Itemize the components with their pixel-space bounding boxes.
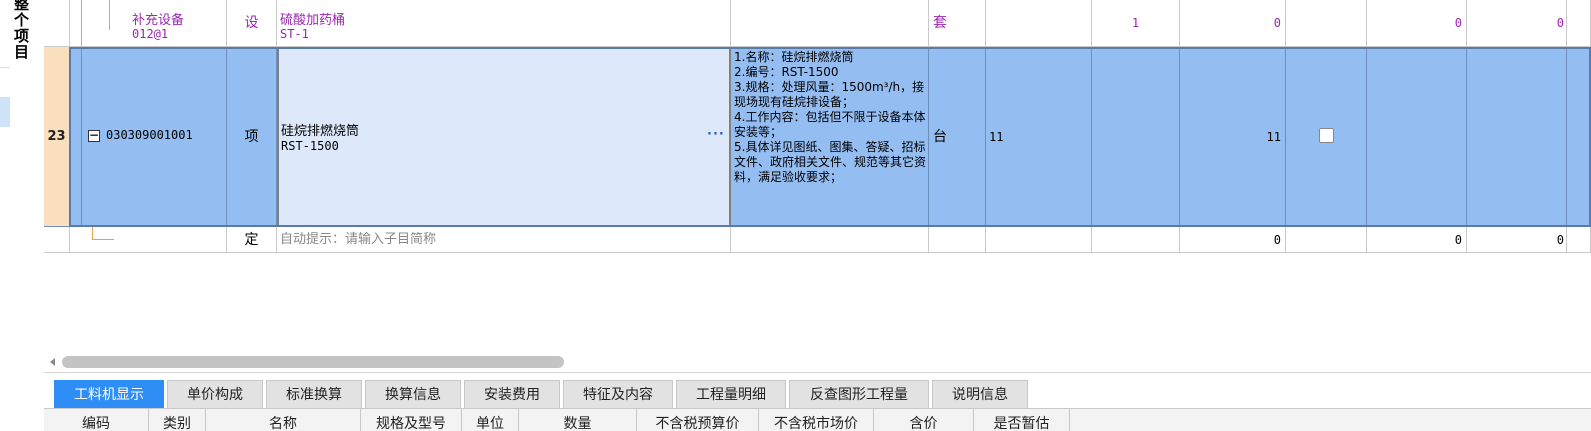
column-header[interactable]: 规格及型号 xyxy=(361,409,462,431)
equipment-name: 补充设备 xyxy=(132,13,185,28)
row-number-cell xyxy=(44,0,70,47)
extra-cell xyxy=(1567,47,1591,227)
more-options-button[interactable]: ··· xyxy=(707,127,725,142)
name-input[interactable]: 自动提示：请输入子目简称 xyxy=(277,227,731,253)
equipment-desc-name: 硫酸加药桶 xyxy=(280,13,346,28)
value-cell[interactable] xyxy=(1367,47,1467,227)
value-cell[interactable] xyxy=(1467,47,1567,227)
value-cell[interactable]: 0 xyxy=(1180,0,1286,47)
tab-conversion-info[interactable]: 换算信息 xyxy=(365,380,461,409)
unit-cell[interactable] xyxy=(929,227,986,253)
code-cell[interactable]: 补充设备 012@1 xyxy=(70,0,227,47)
provisional-checkbox[interactable] xyxy=(1319,128,1334,143)
features-cell[interactable]: 1.名称：硅烷排燃烧筒 2.编号：RST-1500 3.规格：处理风量：1500… xyxy=(731,47,929,227)
qty-expr-cell[interactable] xyxy=(986,227,1092,253)
extra-cell xyxy=(1567,227,1591,253)
table-row-equipment[interactable]: 补充设备 012@1 设 硫酸加药桶 ST-1 套 1 0 0 0 xyxy=(44,0,1591,47)
qty-expr-cell[interactable]: 11 xyxy=(986,47,1092,227)
scrollbar-thumb[interactable] xyxy=(62,356,564,368)
detail-tab-bar: 工料机显示 单价构成 标准换算 换算信息 安装费用 特征及内容 工程量明细 反查… xyxy=(44,372,1591,409)
column-header[interactable]: 不含税市场价 xyxy=(759,409,874,431)
tree-line xyxy=(92,239,114,240)
value-cell[interactable]: 0 xyxy=(1467,0,1567,47)
tab-unit-price[interactable]: 单价构成 xyxy=(167,380,263,409)
features-cell[interactable] xyxy=(731,0,929,47)
equipment-desc-spec: ST-1 xyxy=(280,27,309,41)
column-header[interactable]: 数量 xyxy=(519,409,637,431)
type-cell[interactable]: 设 xyxy=(227,0,277,47)
feature-line: 3.规格：处理风量：1500m³/h，接现场现有硅烷排设备； xyxy=(734,80,925,109)
column-header[interactable]: 是否暂估 xyxy=(974,409,1070,431)
name-cell[interactable]: 硅烷排燃烧筒 RST-1500 ··· xyxy=(277,47,731,227)
qty-cell[interactable] xyxy=(1092,47,1180,227)
tab-features-content[interactable]: 特征及内容 xyxy=(563,380,673,409)
feature-line: 2.编号：RST-1500 xyxy=(734,65,839,79)
tab-installation-fees[interactable]: 安装费用 xyxy=(464,380,560,409)
column-header[interactable]: 单位 xyxy=(462,409,519,431)
table-row-hint[interactable]: 定 自动提示：请输入子目简称 0 0 0 xyxy=(44,227,1591,253)
project-scope-label[interactable]: 整个项目 xyxy=(14,0,30,60)
tab-quantity-detail[interactable]: 工程量明细 xyxy=(676,380,786,409)
type-cell[interactable]: 定 xyxy=(227,227,277,253)
name-cell[interactable]: 硫酸加药桶 ST-1 xyxy=(277,0,731,47)
flag-cell[interactable] xyxy=(1286,0,1367,47)
row-number-cell xyxy=(44,227,70,253)
item-name: 硅烷排燃烧筒 xyxy=(281,124,360,139)
code-cell[interactable] xyxy=(70,227,227,253)
equipment-code: 012@1 xyxy=(132,27,169,41)
tab-description-info[interactable]: 说明信息 xyxy=(932,380,1028,409)
tab-standard-conversion[interactable]: 标准换算 xyxy=(266,380,362,409)
value-cell[interactable]: 0 xyxy=(1367,227,1467,253)
left-selection-marker xyxy=(0,97,10,127)
left-divider xyxy=(0,67,10,68)
column-header[interactable]: 不含税预算价 xyxy=(637,409,759,431)
unit-cell[interactable]: 台 xyxy=(929,47,986,227)
left-panel: 整个项目 xyxy=(0,0,45,430)
features-cell[interactable] xyxy=(731,227,929,253)
value-cell[interactable]: 0 xyxy=(1180,227,1286,253)
flag-cell[interactable] xyxy=(1286,227,1367,253)
feature-list: 1.名称：硅烷排燃烧筒 2.编号：RST-1500 3.规格：处理风量：1500… xyxy=(734,50,926,185)
detail-table-header: 编码 类别 名称 规格及型号 单位 数量 不含税预算价 不含税市场价 含价 是否… xyxy=(44,408,1591,431)
unit-cell[interactable]: 套 xyxy=(929,0,986,47)
qty-expr-cell[interactable] xyxy=(986,0,1092,47)
extra-cell xyxy=(1567,0,1591,47)
feature-line: 1.名称：硅烷排燃烧筒 xyxy=(734,50,854,64)
feature-line: 4.工作内容：包括但不限于设备本体安装等； xyxy=(734,110,926,139)
tab-labor-material-machine[interactable]: 工料机显示 xyxy=(54,380,164,409)
tab-graphic-quantity[interactable]: 反查图形工程量 xyxy=(789,380,929,409)
item-spec: RST-1500 xyxy=(281,139,339,153)
type-cell[interactable]: 项 xyxy=(227,47,277,227)
collapse-icon[interactable]: − xyxy=(88,129,100,142)
table-row-selected[interactable]: 23 − 030309001001 项 硅烷排燃烧筒 RST-1500 ··· … xyxy=(44,47,1591,227)
horizontal-scrollbar[interactable] xyxy=(44,352,1591,372)
column-header[interactable]: 名称 xyxy=(206,409,361,431)
item-code: 030309001001 xyxy=(106,128,193,142)
code-cell[interactable]: − 030309001001 xyxy=(70,47,227,227)
column-header[interactable]: 含价 xyxy=(874,409,974,431)
tree-line xyxy=(81,47,82,226)
amount-cell[interactable]: 11 xyxy=(1180,47,1286,227)
value-cell[interactable]: 0 xyxy=(1367,0,1467,47)
tree-line xyxy=(81,0,82,46)
column-header[interactable]: 编码 xyxy=(44,409,149,431)
feature-line: 5.具体详见图纸、图集、答疑、招标文件、政府相关文件、规范等其它资料，满足验收要… xyxy=(734,140,927,184)
row-number-cell[interactable]: 23 xyxy=(44,47,70,227)
tree-line xyxy=(109,0,110,30)
qty-cell[interactable] xyxy=(1092,227,1180,253)
value-cell[interactable]: 0 xyxy=(1467,227,1567,253)
qty-cell[interactable]: 1 xyxy=(1092,0,1180,47)
scroll-left-icon[interactable] xyxy=(50,358,55,366)
bill-grid: 补充设备 012@1 设 硫酸加药桶 ST-1 套 1 0 0 0 23 − 0… xyxy=(44,0,1591,352)
column-header[interactable]: 类别 xyxy=(149,409,206,431)
flag-cell[interactable] xyxy=(1286,47,1367,227)
tree-line xyxy=(92,227,93,239)
